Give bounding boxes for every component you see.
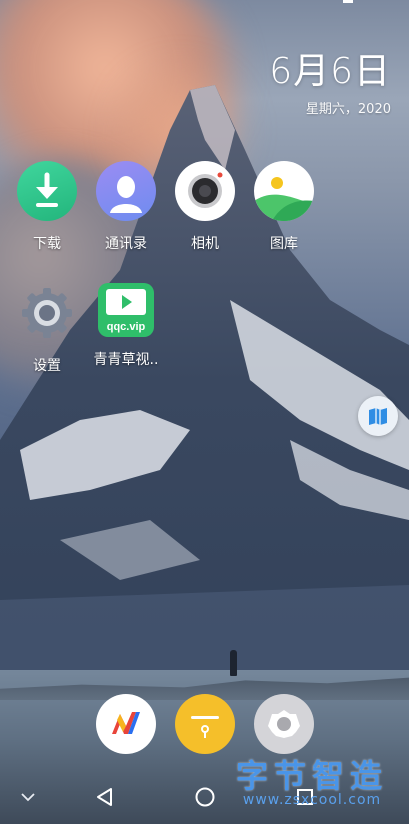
dock-settings-app[interactable] [254,694,314,754]
qqc-icon-text: qqc.vip [107,321,146,333]
home-icon [195,787,215,807]
back-icon [97,788,112,806]
app-download[interactable]: 下载 [7,161,87,253]
gallery-icon [254,161,314,221]
app-contacts[interactable]: 通讯录 [86,161,166,253]
app-gallery[interactable]: 图库 [244,161,324,253]
app-settings[interactable]: 设置 [7,283,87,375]
gear-icon [268,710,300,738]
clock-widget[interactable]: 6月6日 星期六，2020 [269,51,391,118]
back-button[interactable] [90,782,120,812]
contacts-icon [96,161,156,221]
watermark-url: www.zsxcool.com [242,792,382,808]
qqc-video-icon: qqc.vip [98,283,154,337]
notes-icon [191,716,219,738]
status-indicator [343,0,353,3]
app-label: 设置 [33,358,61,374]
download-icon [17,161,77,221]
dock-v-app[interactable] [96,694,156,754]
camera-icon [175,161,235,221]
watermark-title: 字节智造 [236,757,389,795]
clock-date: 6月6日 [269,51,391,92]
map-book-icon [369,408,387,425]
v-app-icon [112,712,140,734]
app-label: 下载 [33,236,61,252]
collapse-button[interactable] [13,782,43,812]
app-label: 通讯录 [105,236,147,252]
collapse-icon [21,793,35,802]
app-camera[interactable]: 相机 [165,161,245,253]
app-label: 相机 [191,236,219,252]
watermark: 字节智造 www.zsxcool.com [236,758,388,808]
dock-notes-app[interactable] [175,694,235,754]
app-qqc-video[interactable]: qqc.vip 青青草视.. [86,283,166,369]
app-label: 青青草视.. [93,352,159,368]
home-button[interactable] [190,782,220,812]
settings-icon [17,283,77,343]
floating-map-button[interactable] [358,396,398,436]
person-silhouette [230,650,237,676]
clock-weekday: 星期六，2020 [305,102,391,117]
app-label: 图库 [270,236,298,252]
